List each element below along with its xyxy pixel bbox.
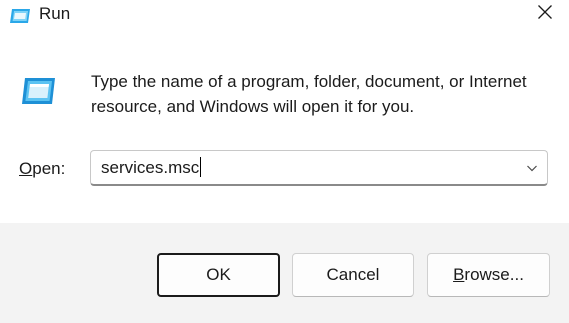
- open-input-value: services.msc: [101, 158, 200, 177]
- title-bar[interactable]: Run: [0, 0, 569, 32]
- close-button[interactable]: [521, 0, 569, 28]
- browse-button[interactable]: Browse...: [427, 253, 550, 297]
- dialog-body: Type the name of a program, folder, docu…: [0, 32, 569, 223]
- open-combobox[interactable]: services.msc: [90, 150, 548, 186]
- browse-mnemonic: B: [453, 265, 465, 284]
- run-dialog: Run Type the name of a program, folder, …: [0, 0, 569, 323]
- dialog-footer: OK Cancel Browse...: [0, 223, 569, 323]
- close-icon: [537, 4, 553, 25]
- open-label: Open:: [19, 158, 65, 180]
- open-label-mnemonic: O: [19, 159, 33, 178]
- run-icon: [20, 76, 56, 106]
- open-label-rest: pen:: [32, 159, 66, 178]
- chevron-down-icon[interactable]: [525, 161, 539, 175]
- browse-label-rest: rowse...: [464, 265, 524, 284]
- open-input[interactable]: services.msc: [101, 157, 202, 179]
- ok-button[interactable]: OK: [157, 253, 280, 297]
- text-caret: [200, 157, 202, 177]
- dialog-description: Type the name of a program, folder, docu…: [91, 72, 527, 116]
- cancel-button[interactable]: Cancel: [292, 253, 414, 297]
- window-title: Run: [39, 4, 71, 23]
- run-icon: [9, 7, 31, 25]
